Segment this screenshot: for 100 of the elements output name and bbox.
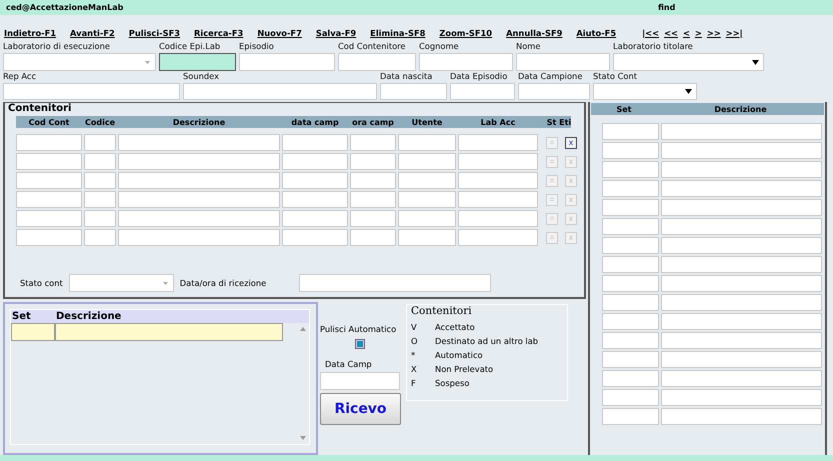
table-cell[interactable]: [282, 210, 348, 227]
table-cell[interactable]: [84, 134, 116, 151]
navigation-link[interactable]: <: [682, 28, 690, 38]
table-cell[interactable]: [16, 191, 82, 208]
table-cell[interactable]: [84, 191, 116, 208]
table-cell[interactable]: [118, 153, 280, 170]
table-cell[interactable]: [84, 229, 116, 246]
table-cell[interactable]: [602, 218, 659, 235]
table-cell[interactable]: [282, 172, 348, 189]
table-cell[interactable]: [84, 153, 116, 170]
table-cell[interactable]: [602, 161, 659, 178]
table-cell[interactable]: [661, 294, 822, 311]
table-cell[interactable]: [118, 229, 280, 246]
dropdown-field[interactable]: [68, 274, 174, 292]
table-cell[interactable]: [602, 332, 659, 349]
dropdown-field[interactable]: [613, 53, 764, 71]
table-cell[interactable]: [458, 134, 538, 151]
table-cell[interactable]: [661, 313, 822, 330]
table-cell[interactable]: [282, 229, 348, 246]
table-cell[interactable]: [458, 191, 538, 208]
table-cell[interactable]: [661, 180, 822, 197]
table-cell[interactable]: [661, 199, 822, 216]
table-cell[interactable]: [458, 153, 538, 170]
scroll-down-icon[interactable]: [300, 436, 306, 440]
toolbar-link[interactable]: Annulla-SF9: [506, 28, 562, 38]
table-cell[interactable]: [602, 370, 659, 387]
table-cell[interactable]: [350, 134, 396, 151]
navigation-link[interactable]: |<<: [642, 28, 660, 38]
table-cell[interactable]: [398, 134, 456, 151]
toolbar-link[interactable]: Avanti-F2: [70, 28, 115, 38]
table-cell[interactable]: [661, 275, 822, 292]
navigation-link[interactable]: >>|: [726, 28, 743, 38]
table-cell[interactable]: [118, 172, 280, 189]
table-cell[interactable]: [602, 351, 659, 368]
table-cell[interactable]: [661, 408, 822, 425]
table-cell[interactable]: [458, 210, 538, 227]
table-cell[interactable]: [11, 323, 55, 341]
toolbar-link[interactable]: Pulisci-SF3: [128, 28, 180, 38]
table-cell[interactable]: [16, 153, 82, 170]
toolbar-link[interactable]: Nuovo-F7: [257, 28, 302, 38]
table-cell[interactable]: [350, 191, 396, 208]
toolbar-link[interactable]: Elimina-SF8: [370, 28, 426, 38]
table-cell[interactable]: [661, 123, 822, 140]
table-cell[interactable]: [602, 237, 659, 254]
input-field[interactable]: [159, 53, 236, 71]
table-cell[interactable]: [602, 199, 659, 216]
table-cell[interactable]: [602, 275, 659, 292]
table-cell[interactable]: [16, 210, 82, 227]
table-cell[interactable]: [398, 153, 456, 170]
table-cell[interactable]: [661, 370, 822, 387]
delete-button[interactable]: x: [565, 136, 577, 148]
toolbar-link[interactable]: Zoom-SF10: [439, 28, 492, 38]
navigation-link[interactable]: >: [694, 28, 702, 38]
table-cell[interactable]: [661, 351, 822, 368]
table-cell[interactable]: [458, 229, 538, 246]
table-cell[interactable]: [118, 191, 280, 208]
navigation-link[interactable]: >>: [706, 28, 721, 38]
dropdown-field[interactable]: [3, 53, 156, 71]
checkbox[interactable]: [355, 339, 365, 349]
table-cell[interactable]: [398, 172, 456, 189]
table-cell[interactable]: [661, 332, 822, 349]
table-cell[interactable]: [661, 161, 822, 178]
table-cell[interactable]: [398, 229, 456, 246]
toolbar-link[interactable]: Aiuto-F5: [576, 28, 616, 38]
table-cell[interactable]: [398, 210, 456, 227]
receive-button[interactable]: Ricevo: [320, 393, 401, 425]
dropdown-field[interactable]: [593, 83, 697, 100]
table-cell[interactable]: [282, 153, 348, 170]
table-cell[interactable]: [118, 210, 280, 227]
table-cell[interactable]: [55, 323, 283, 341]
table-cell[interactable]: [282, 134, 348, 151]
navigation-link[interactable]: <<: [664, 28, 678, 38]
table-cell[interactable]: [661, 389, 822, 406]
table-cell[interactable]: [350, 153, 396, 170]
table-cell[interactable]: [16, 172, 82, 189]
table-cell[interactable]: [282, 191, 348, 208]
table-cell[interactable]: [602, 123, 659, 140]
table-cell[interactable]: [661, 256, 822, 273]
table-cell[interactable]: [350, 172, 396, 189]
table-cell[interactable]: [602, 313, 659, 330]
table-cell[interactable]: [602, 142, 659, 159]
toolbar-link[interactable]: Salva-F9: [316, 28, 356, 38]
table-cell[interactable]: [602, 294, 659, 311]
table-cell[interactable]: [398, 191, 456, 208]
table-cell[interactable]: [602, 256, 659, 273]
table-cell[interactable]: [458, 172, 538, 189]
toolbar-link[interactable]: Ricerca-F3: [194, 28, 244, 38]
table-cell[interactable]: [661, 237, 822, 254]
table-cell[interactable]: [84, 172, 116, 189]
table-cell[interactable]: [661, 218, 822, 235]
table-cell[interactable]: [602, 389, 659, 406]
table-cell[interactable]: [602, 408, 659, 425]
table-cell[interactable]: [350, 229, 396, 246]
table-cell[interactable]: [16, 229, 82, 246]
table-cell[interactable]: [602, 180, 659, 197]
table-cell[interactable]: [84, 210, 116, 227]
scroll-up-icon[interactable]: [300, 327, 306, 331]
toolbar-link[interactable]: Indietro-F1: [4, 28, 56, 38]
table-cell[interactable]: [16, 134, 82, 151]
table-cell[interactable]: [661, 142, 822, 159]
